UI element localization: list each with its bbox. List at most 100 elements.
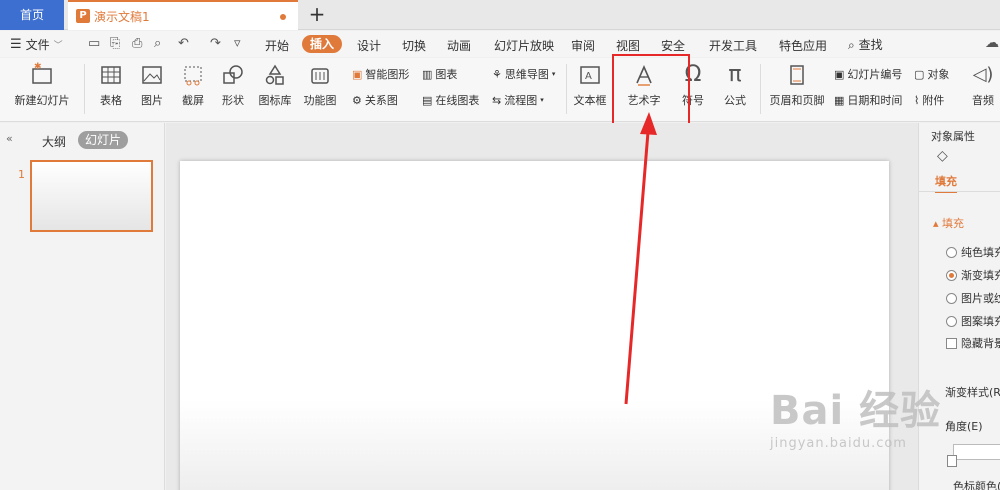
divider [919,191,1000,192]
slide-panel: « 大纲 幻灯片 1 [0,123,165,490]
textbox-button[interactable]: A 文本框 [570,62,610,108]
menu-bar: ☰ 文件 ﹀ ▭ ⎘ ⎙ ⌕ ↶ ↷ ▿ 开始 插入 设计 切换 动画 幻灯片放… [0,31,1000,57]
smart-art-button[interactable]: ▣ 智能图形 [352,66,409,82]
properties-title: 对象属性 [931,130,975,143]
tab-slides[interactable]: 幻灯片 [78,131,128,149]
svg-text:✱: ✱ [34,62,42,72]
picture-button[interactable]: 图片 [134,62,170,108]
chart-icon: ▥ [422,67,433,81]
function-chart-icon [311,68,329,84]
title-bar: 首页 P 演示文稿1 + [0,0,1000,30]
home-tab[interactable]: 首页 [0,0,64,30]
chart-button[interactable]: ▥ 图表 [422,66,457,82]
flowchart-label: 流程图 [504,94,538,107]
hide-background-checkbox[interactable]: 隐藏背景图形 [946,335,1000,351]
online-chart-icon: ▤ [422,93,433,107]
header-footer-button[interactable]: 页眉和页脚 [767,62,827,108]
solid-fill-label: 纯色填充 [961,246,1000,259]
audio-button[interactable]: ◁) 音频 [966,62,1000,108]
menu-view[interactable]: 视图 [616,37,640,54]
function-chart-button[interactable]: 功能图 [300,62,340,108]
hamburger-icon: ☰ [10,37,22,52]
menu-insert[interactable]: 插入 [302,35,342,53]
formula-button[interactable]: π 公式 [717,62,753,108]
insert-ribbon: ✱ 新建幻灯片 表格 图片 截屏 形状 图标库 功能图 ▣ 智能图形 ▥ 图表 … [0,58,1000,122]
undo-icon[interactable]: ↶ [178,36,189,51]
solid-fill-radio[interactable]: 纯色填充 [946,244,1000,260]
mind-map-button[interactable]: ⚘ 思维导图 ▾ [492,66,555,82]
object-button[interactable]: ▢ 对象 [914,66,949,82]
menu-design[interactable]: 设计 [357,37,381,54]
relation-chart-button[interactable]: ⚙ 关系图 [352,92,398,108]
color-stop-label: 色标颜色(C) [953,480,1000,490]
save-icon[interactable]: ▭ [88,36,100,51]
screenshot-button[interactable]: 截屏 [175,62,211,108]
export-icon[interactable]: ⎘ [110,36,120,51]
menu-developer[interactable]: 开发工具 [709,37,757,54]
gradient-stop-handle[interactable] [947,455,957,467]
icon-library-button[interactable]: 图标库 [257,62,293,108]
search-menu[interactable]: ⌕ 查找 [848,36,883,53]
shape-label: 形状 [222,94,244,107]
menu-security[interactable]: 安全 [661,37,685,54]
fill-section-header[interactable]: ▴ 填充 [933,215,964,231]
menu-review[interactable]: 审阅 [571,37,595,54]
icon-library-label: 图标库 [258,94,292,107]
textbox-label: 文本框 [573,94,607,107]
fill-section-label: 填充 [942,217,965,230]
document-title: 演示文稿1 [94,10,150,24]
menu-transition[interactable]: 切换 [402,37,426,54]
audio-label: 音频 [972,94,994,107]
collapse-panel-icon[interactable]: « [6,132,13,145]
new-slide-icon: ✱ [32,62,52,84]
gradient-bar[interactable] [953,444,1000,460]
fill-bucket-icon: ◇ [937,148,948,164]
relation-icon: ⚙ [352,93,362,107]
cloud-icon[interactable]: ☁ [985,35,999,51]
pattern-fill-radio[interactable]: 图案填充 [946,313,1000,329]
smart-art-label: 智能图形 [365,68,410,81]
datetime-button[interactable]: ▦ 日期和时间 [834,92,902,108]
watermark-url: jingyan.baidu.com [770,436,907,451]
picture-fill-radio[interactable]: 图片或纹理填充 [946,290,1000,306]
checkbox [946,337,957,349]
new-slide-button[interactable]: ✱ 新建幻灯片 [10,62,74,108]
preview-icon[interactable]: ⌕ [154,36,161,51]
online-chart-button[interactable]: ▤ 在线图表 [422,92,479,108]
picture-icon [142,66,162,84]
shape-button[interactable]: 形状 [215,62,251,108]
menu-slideshow[interactable]: 幻灯片放映 [494,37,554,54]
tab-fill[interactable]: 填充 [935,173,957,193]
object-icon: ▢ [914,67,925,81]
chevron-down-icon: ▾ [540,96,544,104]
new-tab-button[interactable]: + [306,3,328,25]
menu-start[interactable]: 开始 [265,37,289,54]
radio-button [946,246,957,258]
file-menu[interactable]: ☰ 文件 ﹀ [10,36,63,53]
gradient-fill-radio[interactable]: 渐变填充 [946,267,1000,283]
header-footer-icon [790,65,804,85]
table-button[interactable]: 表格 [93,62,129,108]
mind-map-icon: ⚘ [492,67,502,81]
slide-number-label: 幻灯片编号 [847,68,903,81]
attachment-button[interactable]: ⌇ 附件 [914,92,944,108]
tab-outline[interactable]: 大纲 [42,133,66,150]
flowchart-button[interactable]: ⇆ 流程图 ▾ [492,92,544,108]
object-label: 对象 [927,68,950,81]
menu-features[interactable]: 特色应用 [779,37,827,54]
redo-icon[interactable]: ↷ [210,36,221,51]
slide-number-button[interactable]: ▣ 幻灯片编号 [834,66,902,82]
chart-label: 图表 [435,68,458,81]
document-tab[interactable]: P 演示文稿1 [68,0,298,30]
menu-animation[interactable]: 动画 [447,37,471,54]
customize-icon[interactable]: ▿ [234,36,241,51]
shape-icon [223,65,243,84]
print-icon[interactable]: ⎙ [132,36,142,51]
textbox-icon: A [580,66,600,84]
function-chart-label: 功能图 [303,94,337,107]
watermark-logo: Bai 经验 [770,388,942,434]
slide-thumbnail[interactable] [30,160,153,232]
smart-art-icon: ▣ [352,67,363,81]
chevron-down-icon: ﹀ [53,41,63,51]
baidu-watermark: Bai 经验 jingyan.baidu.com [770,378,941,451]
